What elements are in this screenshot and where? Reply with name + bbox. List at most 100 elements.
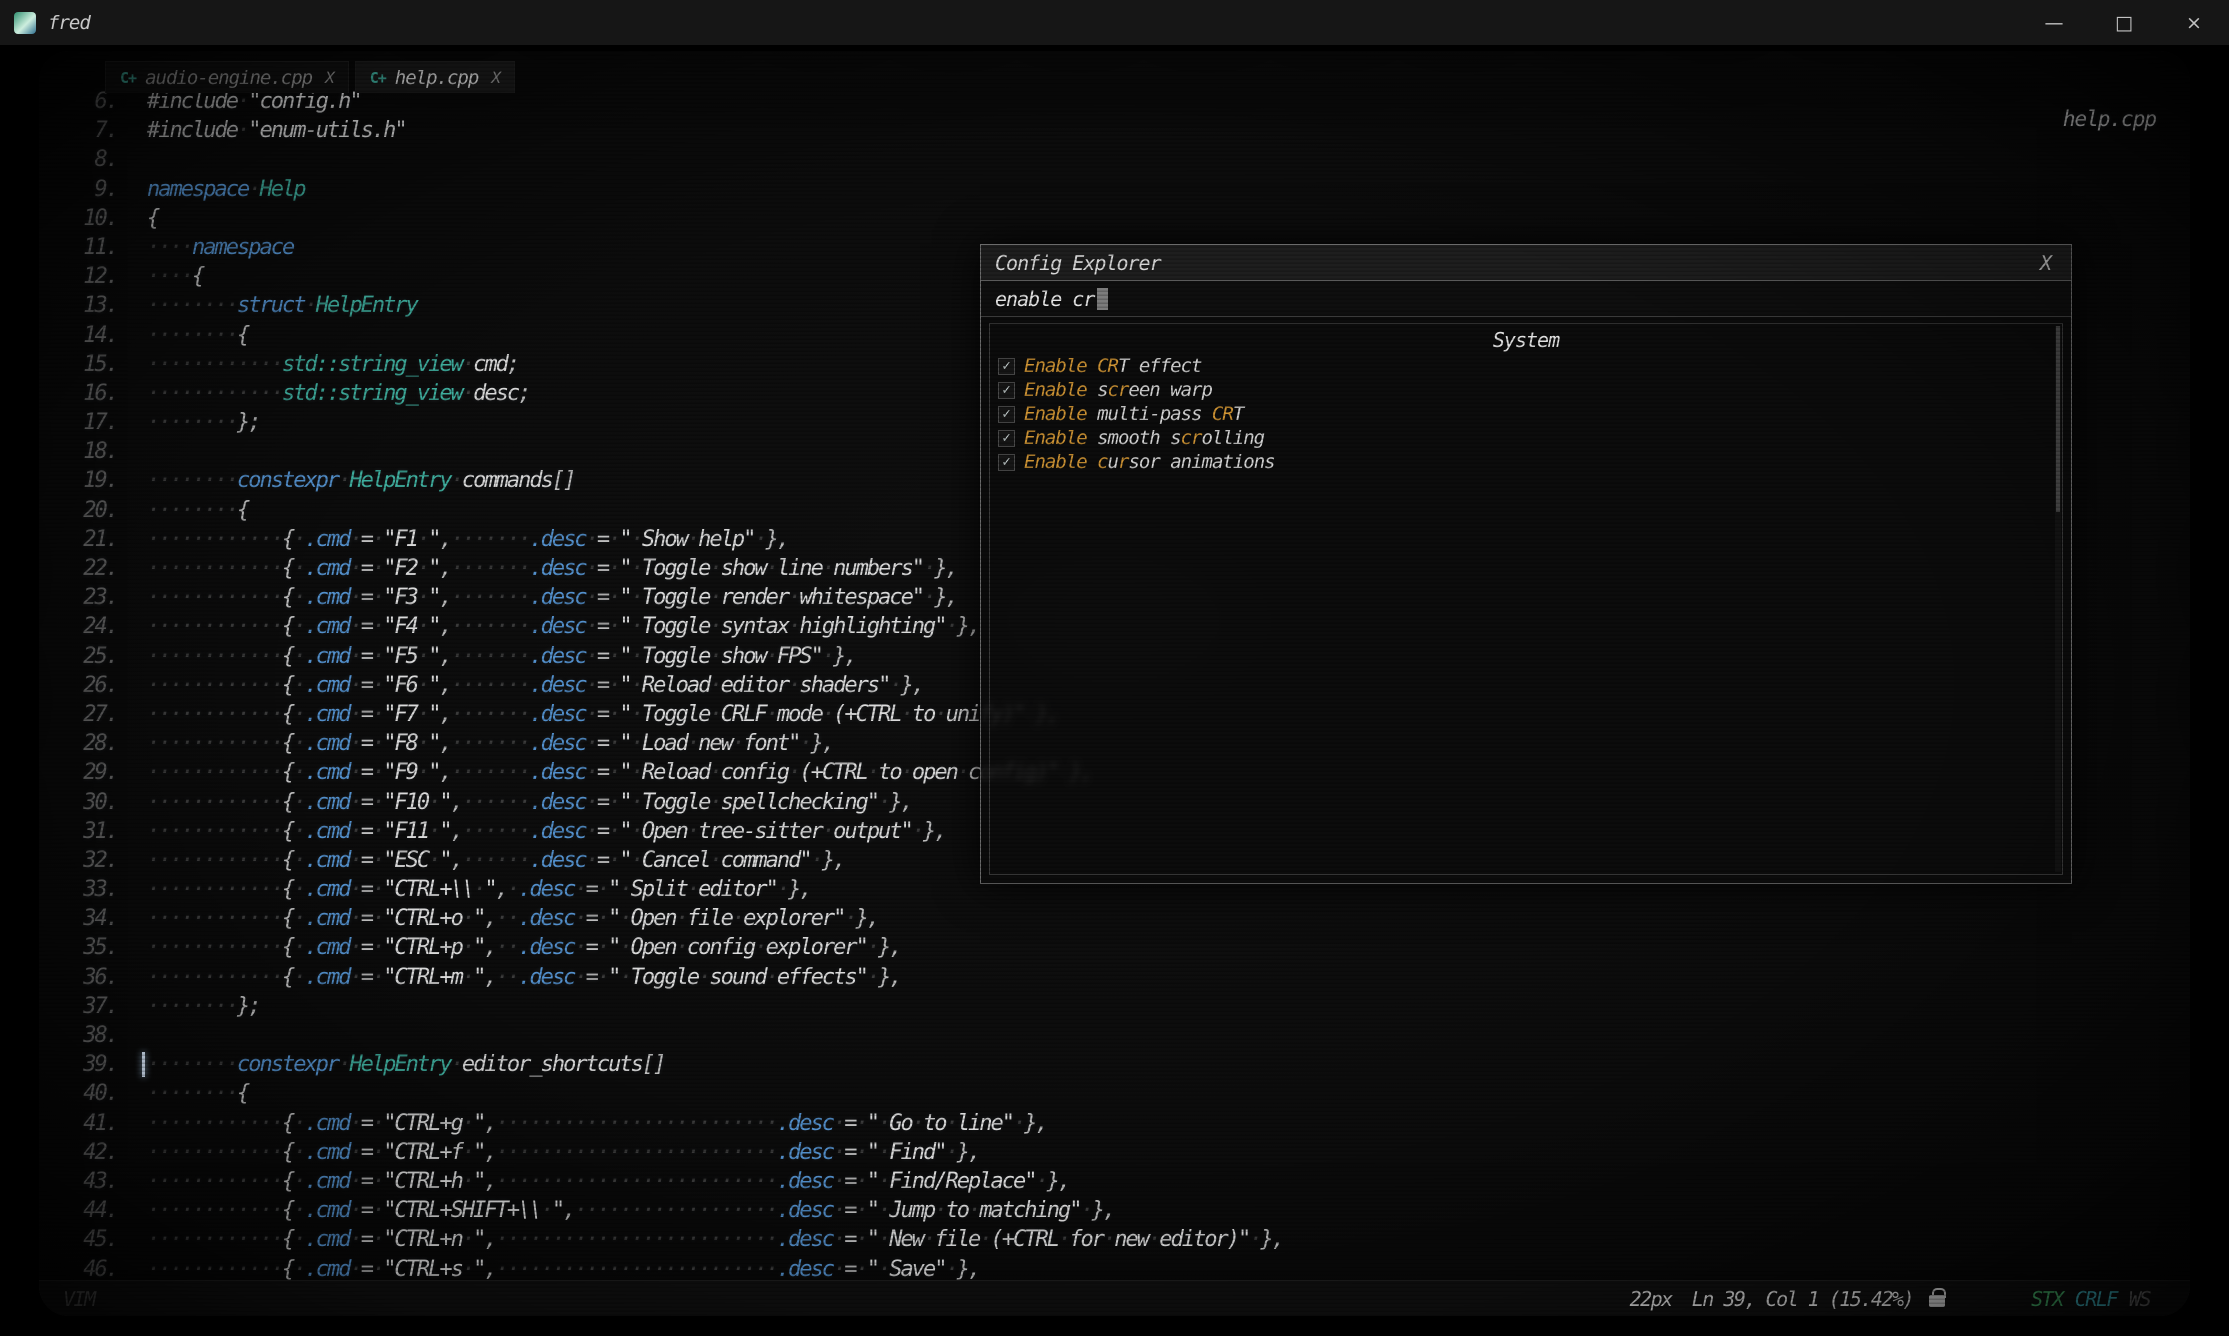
code-line[interactable]: 38. [39, 1021, 2190, 1050]
code-token: mode [777, 702, 822, 727]
lock-icon[interactable] [1929, 1295, 1945, 1307]
code-line[interactable]: 7.#include·"enum-utils.h" [39, 116, 2190, 145]
code-line[interactable]: 41.············{·.cmd·=·"CTRL+g·",······… [39, 1109, 2190, 1138]
whitespace-dots: · [349, 848, 360, 873]
code-line[interactable]: 35.············{·.cmd·=·"CTRL+p·",··.des… [39, 933, 2190, 962]
code-text: ············{·.cmd·=·"CTRL+SHIFT+\\·",··… [147, 1196, 1114, 1225]
whitespace-dots: · [586, 760, 597, 785]
code-token: }, [878, 965, 901, 990]
code-token: new [698, 731, 732, 756]
checkbox-icon[interactable]: ✓ [998, 358, 1015, 375]
checkbox-icon[interactable]: ✓ [998, 406, 1015, 423]
code-token: .cmd [304, 1257, 349, 1282]
whitespace-dots: · [698, 965, 709, 990]
label-text [1087, 355, 1097, 377]
whitespace-dots: ············ [147, 790, 282, 815]
code-text: ········struct·HelpEntry [147, 291, 417, 320]
match-highlight: cr [1108, 379, 1129, 401]
whitespace-dots: · [608, 702, 619, 727]
code-token: "F1 [383, 527, 417, 552]
code-token: Find/Replace" [889, 1169, 1035, 1194]
whitespace-dots: · [631, 702, 642, 727]
config-option[interactable]: ✓Enable smooth scrolling [990, 426, 2062, 450]
code-token: .desc [529, 527, 585, 552]
whitespace-dots: ······· [451, 702, 530, 727]
code-line[interactable]: 39.········constexpr·HelpEntry·editor_sh… [39, 1050, 2190, 1079]
line-number: 42. [39, 1138, 117, 1167]
whitespace-dots: · [462, 1257, 473, 1282]
minimize-button[interactable]: — [2019, 0, 2089, 45]
config-option[interactable]: ✓ Enable multi-pass CRT [990, 402, 2062, 426]
code-text: { [147, 204, 158, 233]
whitespace-indicator[interactable]: WS [2129, 1287, 2150, 1311]
code-token: }, [923, 819, 946, 844]
config-explorer-titlebar[interactable]: Config Explorer X [981, 245, 2071, 281]
code-token: , [484, 1227, 495, 1252]
code-token: .cmd [304, 644, 349, 669]
code-line[interactable]: 43.············{·.cmd·=·"CTRL+h·",······… [39, 1167, 2190, 1196]
config-option[interactable]: ✓Enable screen warp [990, 378, 2062, 402]
tab-help-cpp[interactable]: C+ help.cpp X [355, 61, 515, 93]
code-token: .desc [529, 848, 585, 873]
config-scrollbar[interactable] [2055, 326, 2061, 872]
whitespace-dots: · [372, 731, 383, 756]
line-number: 25. [39, 642, 117, 671]
whitespace-dots: ············ [147, 1111, 282, 1136]
checkbox-icon[interactable]: ✓ [998, 430, 1015, 447]
syntax-indicator[interactable]: STX [2031, 1287, 2063, 1311]
config-option-label: Enable multi-pass CRT [1024, 403, 1243, 425]
code-token: " [608, 935, 619, 960]
config-search-input[interactable]: enable cr [981, 281, 2071, 317]
code-line[interactable]: 36.············{·.cmd·=·"CTRL+m·",··.des… [39, 963, 2190, 992]
code-token: = [597, 848, 608, 873]
code-line[interactable]: 42.············{·.cmd·=·"CTRL+f·",······… [39, 1138, 2190, 1167]
whitespace-dots: ············ [147, 673, 282, 698]
code-token: }, [1092, 1198, 1115, 1223]
whitespace-dots: · [878, 1257, 889, 1282]
config-explorer-close-icon[interactable]: X [2034, 251, 2057, 275]
label-text: multi-pass [1087, 403, 1212, 425]
scrollbar-thumb[interactable] [2056, 326, 2060, 512]
config-option[interactable]: ✓Enable CRT effect [990, 354, 2062, 378]
code-line[interactable]: 37.········}; [39, 992, 2190, 1021]
code-token: = [361, 702, 372, 727]
code-token: render [721, 585, 788, 610]
checkbox-icon[interactable]: ✓ [998, 454, 1015, 471]
code-text: ············std::string_view·cmd; [147, 350, 518, 379]
whitespace-dots: · [608, 790, 619, 815]
code-line[interactable]: 40.········{ [39, 1079, 2190, 1108]
whitespace-dots: · [709, 585, 720, 610]
code-line[interactable]: 10.{ [39, 204, 2190, 233]
tab-close-icon[interactable]: X [491, 68, 500, 87]
code-line[interactable]: 44.············{·.cmd·=·"CTRL+SHIFT+\\·"… [39, 1196, 2190, 1225]
whitespace-dots: ········ [147, 410, 237, 435]
checkbox-icon[interactable]: ✓ [998, 382, 1015, 399]
whitespace-dots: · [968, 1198, 979, 1223]
line-ending-indicator[interactable]: CRLF [2075, 1287, 2117, 1311]
whitespace-dots: · [293, 760, 304, 785]
code-text: ········{ [147, 1079, 248, 1108]
close-button[interactable]: × [2159, 0, 2229, 45]
whitespace-dots: · [293, 585, 304, 610]
whitespace-dots: · [1058, 1227, 1069, 1252]
whitespace-dots: · [372, 1111, 383, 1136]
whitespace-dots: ······· [451, 673, 530, 698]
tab-close-icon[interactable]: X [325, 68, 334, 87]
whitespace-dots: ······ [462, 848, 529, 873]
code-line[interactable]: 45.············{·.cmd·=·"CTRL+n·",······… [39, 1225, 2190, 1254]
code-line[interactable]: 8. [39, 145, 2190, 174]
code-token: Load [642, 731, 687, 756]
maximize-button[interactable]: □ [2089, 0, 2159, 45]
code-text: ········{ [147, 496, 248, 525]
code-token: { [282, 1169, 293, 1194]
code-line[interactable]: 9.namespace·Help [39, 175, 2190, 204]
code-line[interactable]: 34.············{·.cmd·=·"CTRL+o·",··.des… [39, 904, 2190, 933]
config-option[interactable]: ✓Enable cursor animations [990, 450, 2062, 474]
whitespace-dots: · [293, 848, 304, 873]
tab-audio-engine-cpp[interactable]: C+ audio-engine.cpp X [105, 61, 349, 93]
whitespace-dots: ························· [496, 1169, 777, 1194]
line-number: 15. [39, 350, 117, 379]
whitespace-dots: ······· [451, 760, 530, 785]
whitespace-dots: · [349, 1111, 360, 1136]
whitespace-dots: · [878, 1111, 889, 1136]
